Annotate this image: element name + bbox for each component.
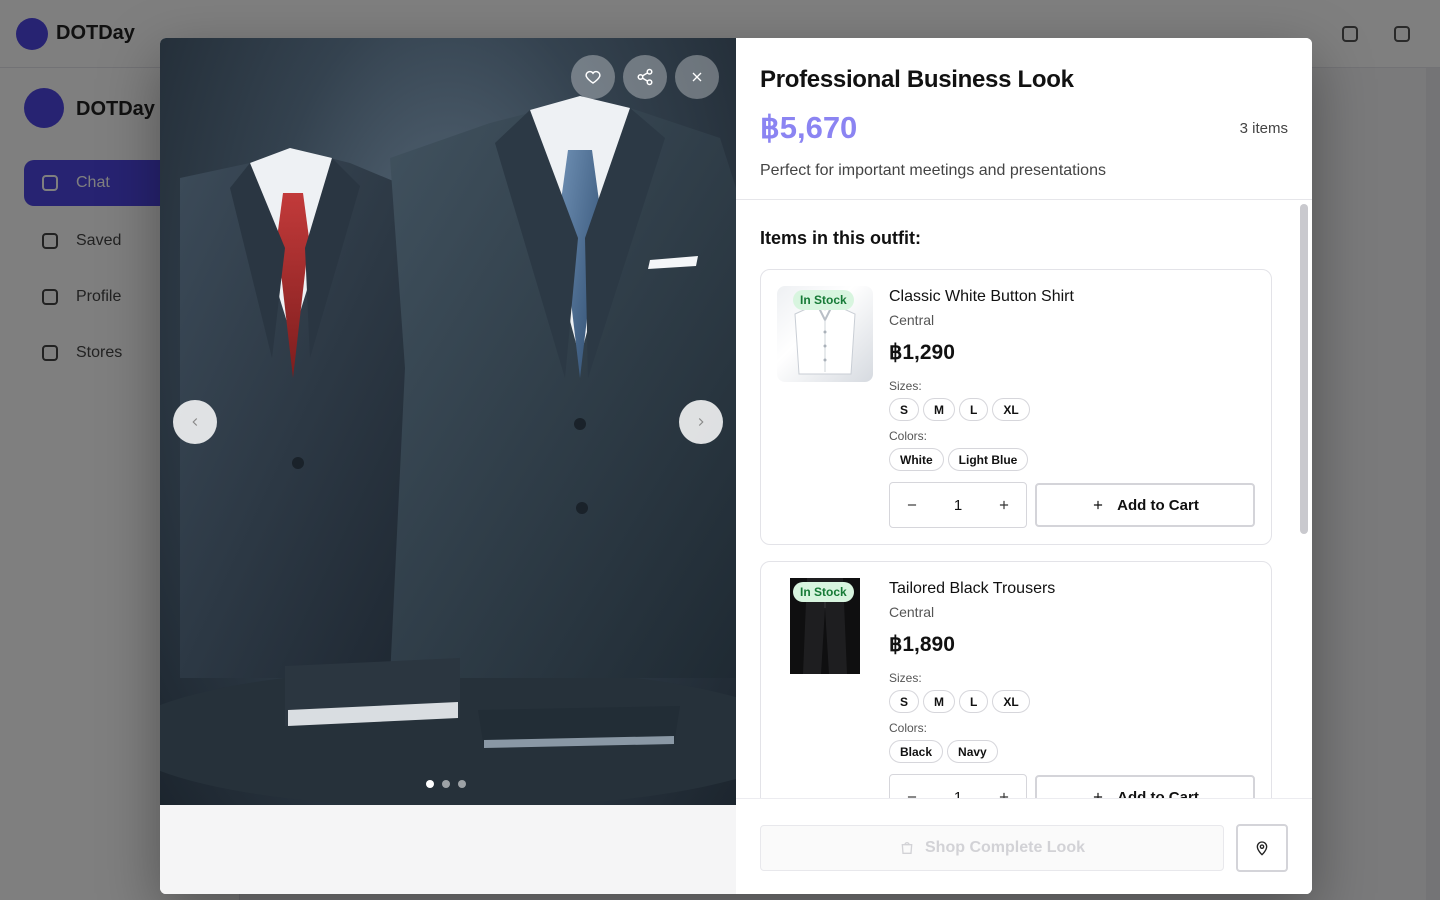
add-to-cart-label: Add to Cart <box>1117 788 1199 799</box>
favorite-button[interactable] <box>571 55 615 99</box>
increase-quantity-button[interactable] <box>982 483 1026 527</box>
size-chip-m[interactable]: M <box>923 690 956 713</box>
stock-badge: In Stock <box>793 290 854 310</box>
color-chip-navy[interactable]: Navy <box>947 740 998 763</box>
item-price: ฿1,290 <box>889 341 955 364</box>
decrease-quantity-button[interactable] <box>890 775 934 798</box>
share-button[interactable] <box>623 55 667 99</box>
shop-complete-look-label: Shop Complete Look <box>925 839 1085 856</box>
suits-photo <box>160 96 736 805</box>
outfit-modal: Professional Business Look ฿5,670 3 item… <box>160 38 1312 894</box>
outfit-item-card: In Stock Classic White Button Shirt Cent… <box>760 269 1272 545</box>
plus-icon <box>999 500 1009 510</box>
pagination-dot[interactable] <box>426 780 434 788</box>
outfit-total-price: ฿5,670 <box>760 110 858 145</box>
pagination-dot[interactable] <box>458 780 466 788</box>
item-store: Central <box>889 312 935 328</box>
plus-icon <box>999 792 1009 798</box>
items-heading: Items in this outfit: <box>760 228 921 248</box>
share-icon <box>637 68 653 86</box>
minus-icon <box>907 796 917 798</box>
outfit-details: Professional Business Look ฿5,670 3 item… <box>736 38 1312 894</box>
stock-badge: In Stock <box>793 582 854 602</box>
gallery-footer <box>160 805 736 894</box>
increase-quantity-button[interactable] <box>982 775 1026 798</box>
outfit-item-card: In Stock Tailored Black Trousers Central… <box>760 561 1272 798</box>
size-chip-l[interactable]: L <box>959 690 989 713</box>
items-scroll-area[interactable]: Items in this outfit: In Stock Classic W… <box>736 200 1312 798</box>
pagination-dot[interactable] <box>442 780 450 788</box>
store-location-button[interactable] <box>1236 824 1288 872</box>
decrease-quantity-button[interactable] <box>890 483 934 527</box>
close-icon <box>692 72 702 82</box>
size-options: S M L XL <box>889 398 1030 421</box>
next-image-button[interactable] <box>679 400 723 444</box>
color-options: Black Navy <box>889 740 998 763</box>
shopping-bag-icon <box>901 842 913 854</box>
quantity-value[interactable]: 1 <box>934 789 982 799</box>
add-to-cart-label: Add to Cart <box>1117 496 1199 514</box>
quantity-stepper: 1 <box>889 774 1027 798</box>
size-chip-s[interactable]: S <box>889 398 920 421</box>
image-pagination <box>426 780 466 788</box>
scrollbar-thumb[interactable] <box>1300 204 1308 534</box>
sizes-label: Sizes: <box>889 671 922 685</box>
size-chip-xl[interactable]: XL <box>992 398 1030 421</box>
colors-label: Colors: <box>889 429 928 443</box>
close-modal-button[interactable] <box>675 55 719 99</box>
size-chip-s[interactable]: S <box>889 690 920 713</box>
item-store: Central <box>889 604 935 620</box>
item-name: Classic White Button Shirt <box>889 288 1074 305</box>
previous-image-button[interactable] <box>173 400 217 444</box>
colors-label: Colors: <box>889 721 928 735</box>
heart-icon <box>585 70 601 84</box>
modal-footer: Shop Complete Look <box>736 798 1312 894</box>
plus-icon <box>1094 792 1103 798</box>
outfit-description: Perfect for important meetings and prese… <box>760 162 1106 179</box>
size-chip-m[interactable]: M <box>923 398 956 421</box>
item-name: Tailored Black Trousers <box>889 580 1056 597</box>
chevron-right-icon <box>698 418 704 426</box>
map-pin-icon <box>1256 841 1268 856</box>
color-chip-white[interactable]: White <box>889 448 944 471</box>
chevron-left-icon <box>192 418 198 426</box>
item-price: ฿1,890 <box>889 633 955 656</box>
size-chip-xl[interactable]: XL <box>992 690 1030 713</box>
add-to-cart-button[interactable]: Add to Cart <box>1035 775 1255 798</box>
color-chip-light-blue[interactable]: Light Blue <box>947 448 1029 471</box>
shop-complete-look-button[interactable]: Shop Complete Look <box>760 825 1224 871</box>
minus-icon <box>907 504 917 506</box>
add-to-cart-button[interactable]: Add to Cart <box>1035 483 1255 527</box>
outfit-title: Professional Business Look <box>760 66 1074 93</box>
quantity-value[interactable]: 1 <box>934 497 982 514</box>
plus-icon <box>1094 500 1103 510</box>
color-options: White Light Blue <box>889 448 1029 471</box>
size-chip-l[interactable]: L <box>959 398 989 421</box>
size-options: S M L XL <box>889 690 1030 713</box>
quantity-stepper: 1 <box>889 482 1027 528</box>
outfit-item-count: 3 items <box>1239 120 1288 137</box>
sizes-label: Sizes: <box>889 379 922 393</box>
color-chip-black[interactable]: Black <box>889 740 944 763</box>
outfit-image-gallery <box>160 38 736 805</box>
